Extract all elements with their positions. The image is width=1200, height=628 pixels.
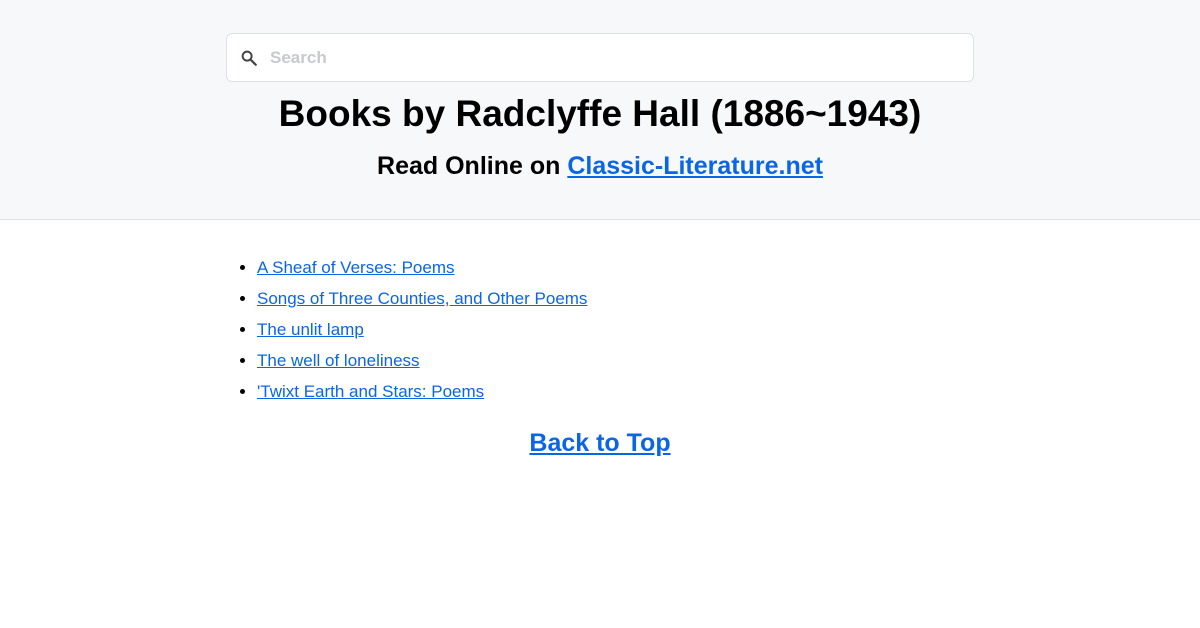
list-item: 'Twixt Earth and Stars: Poems — [257, 376, 587, 407]
list-item: The well of loneliness — [257, 345, 587, 376]
book-link[interactable]: The well of loneliness — [257, 351, 420, 370]
search-input[interactable] — [270, 34, 960, 81]
list-item: A Sheaf of Verses: Poems — [257, 252, 587, 283]
book-list: A Sheaf of Verses: Poems Songs of Three … — [257, 252, 587, 407]
back-to-top: Back to Top — [0, 426, 1200, 460]
book-link[interactable]: Songs of Three Counties, and Other Poems — [257, 289, 587, 308]
book-link[interactable]: The unlit lamp — [257, 320, 364, 339]
book-link[interactable]: A Sheaf of Verses: Poems — [257, 258, 455, 277]
book-link[interactable]: 'Twixt Earth and Stars: Poems — [257, 382, 484, 401]
back-to-top-link[interactable]: Back to Top — [529, 429, 670, 457]
list-item: The unlit lamp — [257, 314, 587, 345]
page-title: Books by Radclyffe Hall (1886~1943) — [278, 93, 922, 134]
subtitle-prefix: Read Online on — [377, 152, 568, 180]
list-item: Songs of Three Counties, and Other Poems — [257, 283, 587, 314]
site-link[interactable]: Classic-Literature.net — [567, 152, 823, 180]
search-box[interactable] — [226, 33, 974, 82]
page-subtitle: Read Online on Classic-Literature.net — [0, 150, 1200, 182]
page-header: Books by Radclyffe Hall (1886~1943) Read… — [0, 0, 1200, 220]
search-icon — [240, 49, 258, 67]
